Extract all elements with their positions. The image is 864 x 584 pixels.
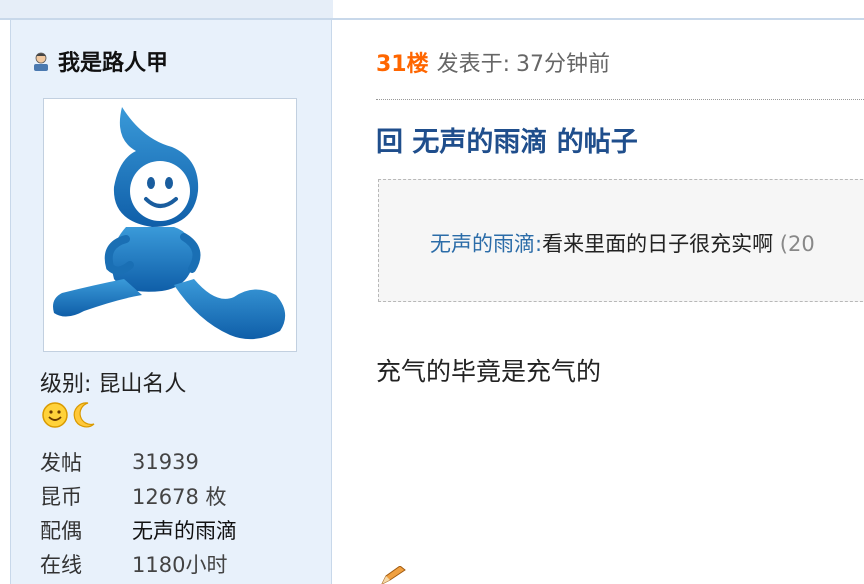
user-stats: 发帖 31939 昆币 12678 枚 配偶 无声的雨滴 在线 1180小时 xyxy=(40,445,237,581)
divider xyxy=(376,99,864,100)
stat-label: 发帖 xyxy=(40,451,82,475)
level-value: 昆山名人 xyxy=(98,372,187,397)
stat-label: 配偶 xyxy=(40,519,82,543)
moon-icon xyxy=(73,402,95,428)
stat-value: 31939 xyxy=(132,450,199,474)
avatar[interactable] xyxy=(43,98,297,352)
level-icons xyxy=(40,400,98,430)
stat-row-coins: 昆币 12678 枚 xyxy=(40,479,237,513)
stat-label: 在线 xyxy=(40,553,82,577)
post-title: 回 无声的雨滴 的帖子 xyxy=(376,127,638,158)
floor-number[interactable]: 31楼 xyxy=(376,46,429,78)
quote-content: 看来里面的日子很充实啊 xyxy=(542,232,774,256)
username-row: 我是路人甲 xyxy=(30,45,168,77)
raindrop-mascot-avatar xyxy=(53,107,286,340)
stat-row-online: 在线 1180小时 xyxy=(40,547,237,581)
quote-author-link[interactable]: 无声的雨滴 xyxy=(430,232,535,256)
quote-text: 无声的雨滴:看来里面的日子很充实啊 (20 xyxy=(430,228,815,258)
post-body: 充气的毕竟是充气的 xyxy=(376,357,602,386)
stat-label: 昆币 xyxy=(40,485,82,509)
stat-value: 12678 枚 xyxy=(132,485,227,509)
level-label: 级别: xyxy=(40,372,92,397)
smiley-icon xyxy=(42,402,68,428)
spouse-link[interactable]: 无声的雨滴 xyxy=(132,515,237,545)
pencil-icon[interactable] xyxy=(380,566,406,584)
top-strip xyxy=(0,0,333,18)
user-icon xyxy=(34,52,48,71)
quote-box: 无声的雨滴:看来里面的日子很充实啊 (20 xyxy=(378,179,864,302)
user-level: 级别: 昆山名人 xyxy=(40,366,186,398)
stat-value: 1180小时 xyxy=(132,553,228,577)
username[interactable]: 我是路人甲 xyxy=(58,45,168,77)
quote-date: (20 xyxy=(779,232,815,256)
post-meta: 31楼 发表于: 37分钟前 xyxy=(376,46,610,78)
posted-time: 37分钟前 xyxy=(516,52,611,77)
stat-row-posts: 发帖 31939 xyxy=(40,445,237,479)
posted-label: 发表于: xyxy=(436,52,511,77)
stat-row-spouse: 配偶 无声的雨滴 xyxy=(40,513,237,547)
